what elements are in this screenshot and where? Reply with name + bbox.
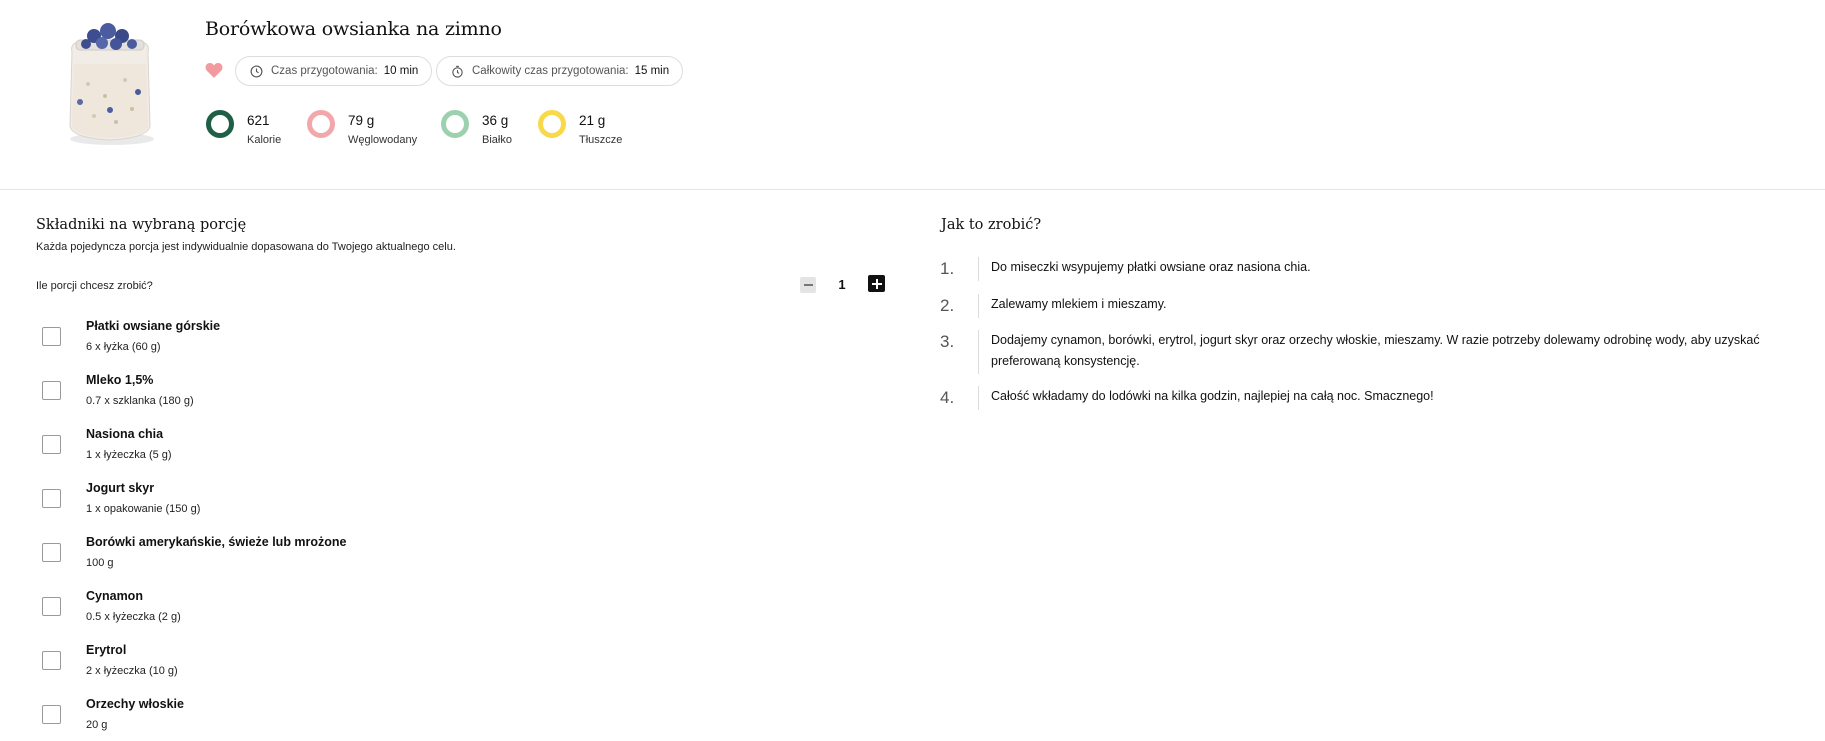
list-item: Płatki owsiane górskie 6 x łyżka (60 g) [0, 313, 900, 367]
recipe-photo [69, 23, 154, 145]
step-text: Dodajemy cynamon, borówki, erytrol, jogu… [991, 333, 1760, 368]
list-item: Borówki amerykańskie, świeże lub mrożone… [0, 529, 900, 583]
ingredient-checkbox[interactable] [42, 435, 61, 454]
total-time-chip: Całkowity czas przygotowania: 15 min [436, 56, 684, 86]
ingredient-amount: 0.7 x szklanka (180 g) [86, 395, 194, 407]
ingredient-name: Erytrol [86, 643, 127, 657]
ingredient-checkbox[interactable] [42, 381, 61, 400]
ingredients-title: Składniki na wybraną porcję [36, 217, 247, 233]
fat-ring-icon [538, 110, 566, 138]
carbs-ring-icon [307, 110, 335, 138]
prep-time-chip: Czas przygotowania: 10 min [235, 56, 433, 86]
list-item: 3. Dodajemy cynamon, borówki, erytrol, j… [940, 330, 1790, 374]
list-item: Cynamon 0.5 x łyżeczka (2 g) [0, 583, 900, 637]
step-number: 4. [940, 388, 955, 407]
ingredient-amount: 100 g [86, 557, 114, 569]
ingredient-name: Płatki owsiane górskie [86, 319, 221, 333]
decrease-portions-button[interactable] [800, 277, 816, 293]
ingredient-checkbox[interactable] [42, 651, 61, 670]
ingredient-name: Mleko 1,5% [86, 373, 154, 387]
list-item: Erytrol 2 x łyżeczka (10 g) [0, 637, 900, 691]
list-item: 4. Całość wkładamy do lodówki na kilka g… [940, 386, 1434, 410]
protein-value: 36 g [482, 113, 509, 128]
carbs-label: Węglowodany [348, 134, 418, 146]
ingredient-name: Nasiona chia [86, 427, 164, 441]
list-item: 2. Zalewamy mlekiem i mieszamy. [940, 294, 1167, 318]
list-item: Orzechy włoskie 20 g [0, 691, 900, 741]
ingredients-list: Płatki owsiane górskie 6 x łyżka (60 g) … [0, 313, 900, 741]
list-item: Nasiona chia 1 x łyżeczka (5 g) [0, 421, 900, 475]
minus-icon [803, 284, 813, 286]
ingredient-amount: 1 x łyżeczka (5 g) [86, 449, 172, 461]
recipe-header: Borówkowa owsianka na zimno Czas przygot… [0, 0, 1825, 190]
portions-count: 1 [838, 277, 846, 292]
steps-title: Jak to zrobić? [941, 217, 1042, 233]
calories-label: Kalorie [247, 134, 282, 146]
prep-time-value: 10 min [383, 65, 419, 77]
ingredient-name: Orzechy włoskie [86, 697, 184, 711]
fat-label: Tłuszcze [579, 134, 623, 146]
ingredient-checkbox[interactable] [42, 327, 61, 346]
stopwatch-icon [452, 65, 463, 78]
ingredient-name: Cynamon [86, 589, 143, 603]
total-time-label: Całkowity czas przygotowania: [472, 65, 629, 77]
prep-time-label: Czas przygotowania: [271, 65, 378, 77]
step-number: 2. [940, 296, 955, 315]
ingredient-amount: 6 x łyżka (60 g) [86, 341, 161, 353]
carbs-value: 79 g [348, 113, 375, 128]
portions-question: Ile porcji chcesz zrobić? [36, 280, 153, 292]
ingredient-checkbox[interactable] [42, 489, 61, 508]
list-item: 1. Do miseczki wsypujemy płatki owsiane … [940, 257, 1311, 281]
list-item: Mleko 1,5% 0.7 x szklanka (180 g) [0, 367, 900, 421]
calories-ring-icon [206, 110, 234, 138]
list-item: Jogurt skyr 1 x opakowanie (150 g) [0, 475, 900, 529]
step-text: Zalewamy mlekiem i mieszamy. [991, 297, 1167, 311]
ingredient-name: Jogurt skyr [86, 481, 155, 495]
step-number: 3. [940, 332, 955, 351]
total-time-value: 15 min [634, 65, 670, 77]
clock-icon [250, 65, 263, 77]
step-text: Całość wkładamy do lodówki na kilka godz… [991, 389, 1434, 403]
fat-value: 21 g [579, 113, 606, 128]
favorite-heart-icon[interactable] [205, 62, 223, 78]
step-number: 1. [940, 259, 955, 278]
ingredient-amount: 20 g [86, 719, 108, 731]
increase-portions-button[interactable] [868, 275, 885, 292]
ingredients-subtitle: Każda pojedyncza porcja jest indywidualn… [36, 241, 456, 253]
step-text: Do miseczki wsypujemy płatki owsiane ora… [991, 260, 1311, 274]
ingredient-checkbox[interactable] [42, 597, 61, 616]
calories-value: 621 [247, 113, 270, 128]
ingredient-checkbox[interactable] [42, 705, 61, 724]
ingredient-checkbox[interactable] [42, 543, 61, 562]
protein-ring-icon [441, 110, 469, 138]
ingredient-name: Borówki amerykańskie, świeże lub mrożone [86, 535, 347, 549]
ingredient-amount: 0.5 x łyżeczka (2 g) [86, 611, 181, 623]
recipe-title: Borówkowa owsianka na zimno [205, 18, 502, 40]
ingredient-amount: 1 x opakowanie (150 g) [86, 503, 201, 515]
protein-label: Białko [482, 134, 512, 146]
ingredient-amount: 2 x łyżeczka (10 g) [86, 665, 178, 677]
